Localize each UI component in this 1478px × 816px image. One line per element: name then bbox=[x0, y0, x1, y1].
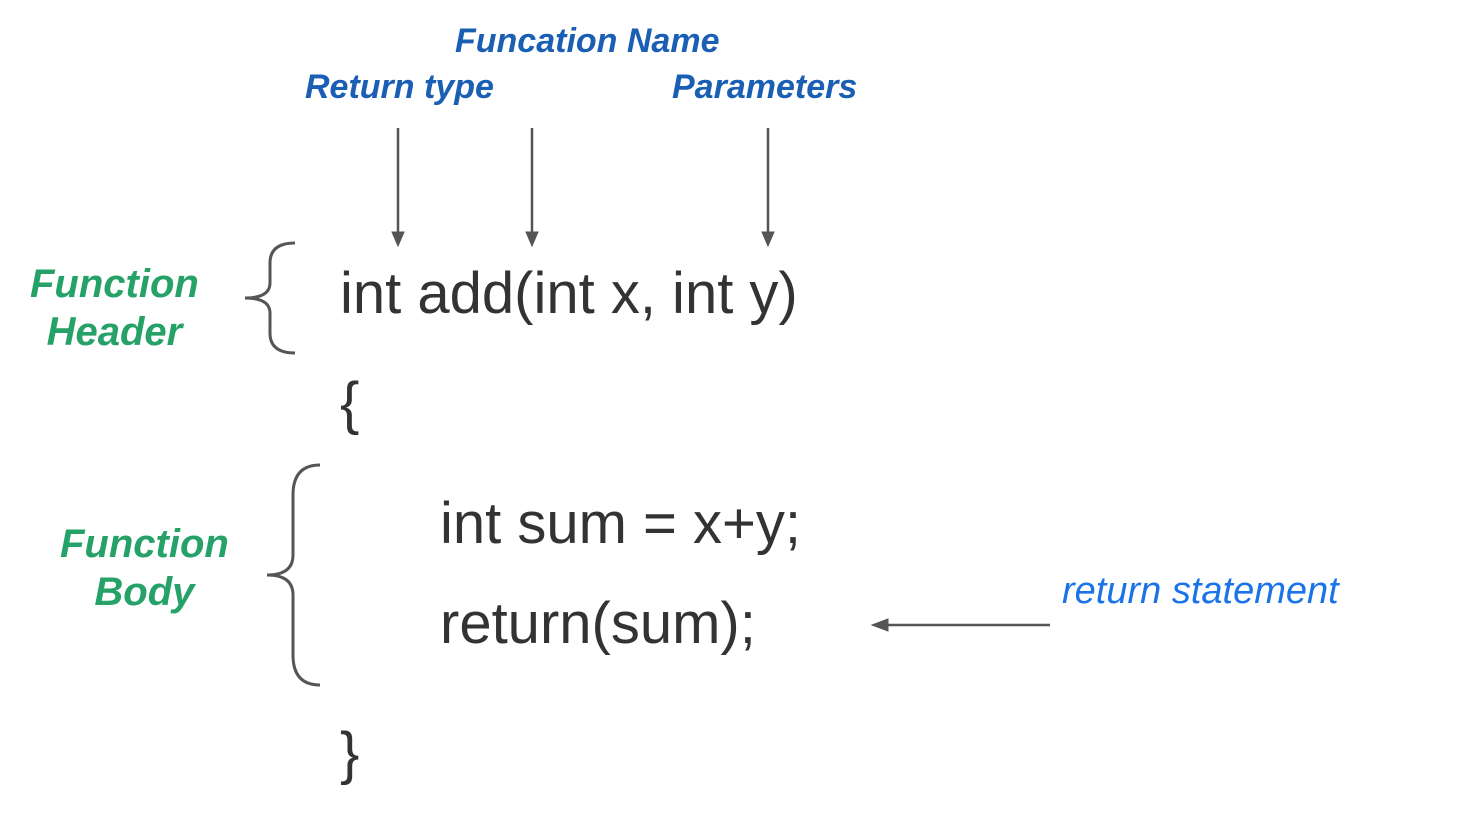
code-line1: int sum = x+y; bbox=[440, 490, 801, 557]
function-header-label: Function Header bbox=[30, 260, 199, 356]
return-type-label: Return type bbox=[305, 68, 494, 107]
arrow-return-statement bbox=[870, 615, 1050, 635]
code-open-brace: { bbox=[340, 370, 359, 437]
brace-function-body bbox=[255, 460, 335, 690]
brace-function-header bbox=[235, 238, 305, 358]
function-header-text-line1: Function bbox=[30, 262, 199, 306]
code-signature: int add(int x, int y) bbox=[340, 260, 798, 327]
return-statement-label: return statement bbox=[1062, 570, 1339, 613]
code-close-brace: } bbox=[340, 720, 359, 787]
function-body-text-line1: Function bbox=[60, 522, 229, 566]
arrow-parameters bbox=[758, 128, 778, 248]
arrow-return-type bbox=[388, 128, 408, 248]
code-line2: return(sum); bbox=[440, 590, 756, 657]
arrow-function-name bbox=[522, 128, 542, 248]
function-header-text-line2: Header bbox=[47, 310, 183, 354]
function-body-label: Function Body bbox=[60, 520, 229, 616]
function-body-text-line2: Body bbox=[94, 570, 194, 614]
parameters-label: Parameters bbox=[672, 68, 857, 107]
function-name-label: Funcation Name bbox=[455, 22, 719, 61]
